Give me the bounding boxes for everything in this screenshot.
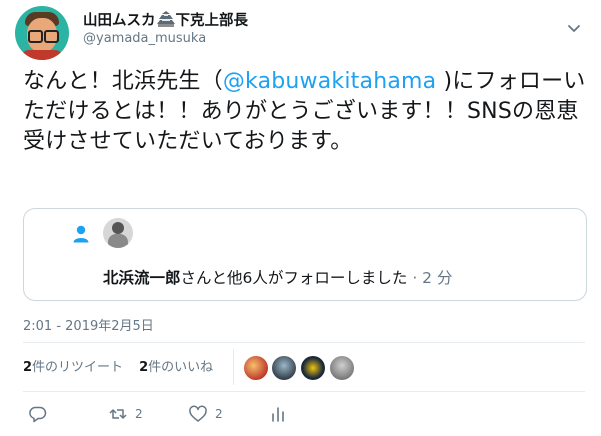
liker-avatar[interactable] [272,356,296,380]
display-name-suffix: 下克上部長 [175,13,249,29]
user-avatar[interactable] [15,6,69,60]
castle-icon [156,11,175,27]
retweet-stat-count: 2 [23,360,33,375]
follow-notification-card[interactable]: 北浜流一郎さんと他6人がフォローしました · 2 分 [23,208,587,301]
display-name-main: 山田ムスカ [83,13,156,29]
retweet-stat-label: 件のリツイート [32,360,124,375]
liker-avatar[interactable] [301,356,325,380]
follower-avatar-body [108,234,128,248]
follower-name[interactable]: 北浜流一郎 [103,269,181,287]
like-count: 2 [215,407,223,421]
retweet-button[interactable]: 2 [109,404,143,424]
heart-icon [189,405,207,422]
stats-separator [233,349,234,385]
liker-avatar[interactable] [330,356,354,380]
divider-bottom [23,391,585,392]
avatar-glasses-right [44,30,59,43]
avatar-glasses-left [28,30,43,43]
tweet-actions: 2 2 [23,404,585,428]
retweet-count: 2 [135,407,143,421]
display-name[interactable]: 山田ムスカ 下克上部長 [83,9,248,30]
tweet-timestamp[interactable]: 2:01 - 2019年2月5日 [23,315,154,334]
follow-notification-text: 北浜流一郎さんと他6人がフォローしました · 2 分 [103,266,452,288]
divider-top [23,342,585,343]
tweet-text-part1: なんと！北浜先生（ [23,69,223,94]
reply-icon [29,406,47,423]
retweet-icon [109,409,127,419]
engagement-stats: 2件のリツイート 2件のいいね [23,356,213,375]
stats-icon [272,407,284,422]
like-stat-count: 2 [139,360,149,375]
follow-text: さんと他6人がフォローしました [180,269,408,287]
user-handle[interactable]: @yamada_musuka [83,31,206,46]
follow-time: · 2 分 [412,269,453,287]
liker-avatar[interactable] [244,356,268,380]
retweet-stat[interactable]: 2件のリツイート [23,360,123,375]
reply-button[interactable] [29,404,47,424]
like-stat[interactable]: 2件のいいね [139,360,213,375]
avatar-shirt [21,50,63,60]
person-icon [73,225,89,243]
like-button[interactable]: 2 [189,404,223,424]
follower-avatar[interactable] [103,218,133,248]
mention-link[interactable]: @kabuwakitahama [223,69,437,94]
analytics-button[interactable] [269,404,287,424]
follower-avatar-head [112,222,124,234]
tweet-text: なんと！北浜先生（@kabuwakitahama )にフォローいただけるとは！！… [23,67,593,157]
like-stat-label: 件のいいね [148,360,214,375]
caret-down-icon[interactable] [567,24,581,34]
